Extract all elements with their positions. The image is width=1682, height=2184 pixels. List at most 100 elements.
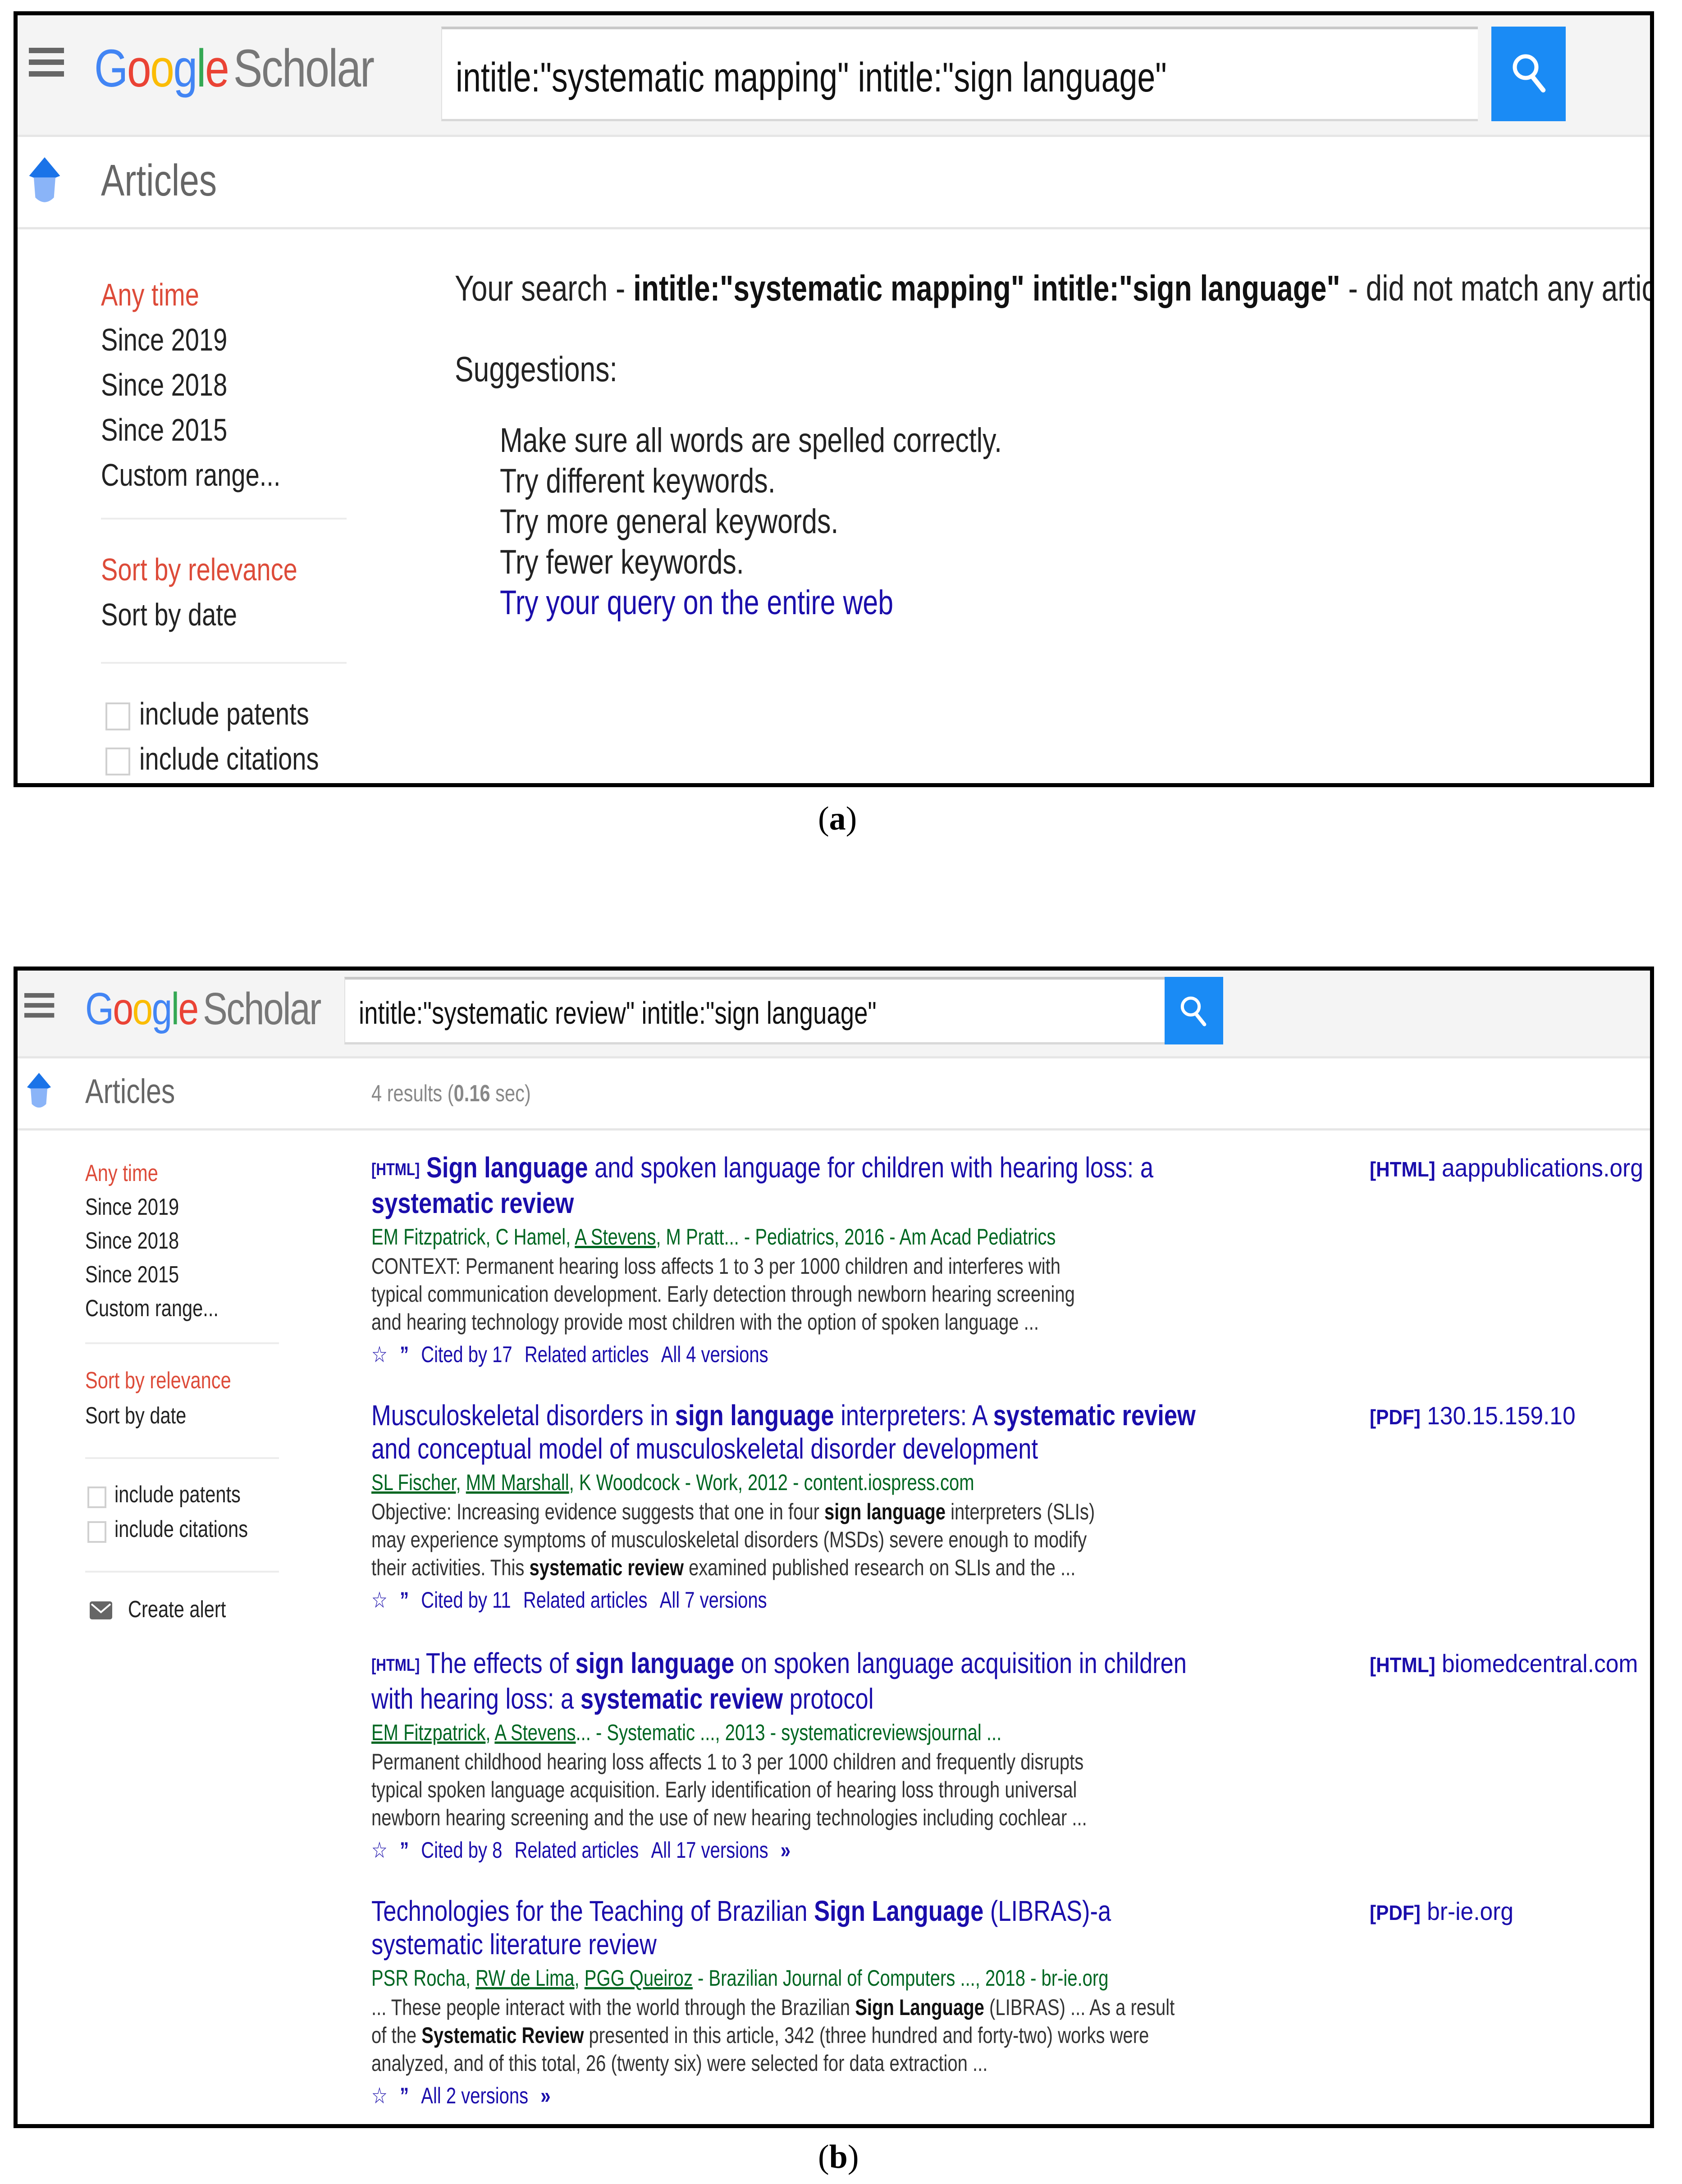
result-snippet: CONTEXT: Permanent hearing loss affects … [371,1252,1417,1280]
sort-by-date[interactable]: Sort by date [85,1402,186,1429]
suggestion-item: Try different keywords. [500,462,776,500]
include-patents-label[interactable]: include patents [114,1481,241,1508]
result-action-link[interactable]: All 7 versions [660,1587,767,1613]
result-title-link[interactable]: systematic review [371,1186,1443,1220]
search-entire-web-link[interactable]: Try your query on the entire web [500,583,893,622]
title-segment: and conceptual model of musculoskeletal … [371,1432,1038,1465]
full-text-link[interactable]: [HTML] biomedcentral.com [1370,1649,1638,1678]
search-query[interactable]: intitle:"systematic review" intitle:"sig… [359,995,877,1031]
top-bar: Google Scholar intitle:"systematic review… [18,971,1650,1058]
filter-since-2018[interactable]: Since 2018 [85,1227,179,1254]
google-scholar-logo[interactable]: GoogleScholar [85,983,321,1035]
filter-custom-range[interactable]: Custom range... [101,457,280,493]
search-button[interactable] [1165,977,1223,1044]
full-text-format: [HTML] [1370,1653,1435,1677]
result-action-link[interactable]: Cited by 17 [421,1342,512,1367]
filter-since-2015[interactable]: Since 2015 [101,412,227,448]
quote-icon[interactable]: ” [400,2083,409,2108]
result-action-link[interactable]: Related articles [515,1837,639,1863]
title-segment: The effects of [425,1647,576,1679]
filter-custom-range[interactable]: Custom range... [85,1295,219,1322]
snippet-segment: Permanent childhood hearing loss affects… [371,1749,1084,1775]
author-link[interactable]: A Stevens [575,1224,656,1249]
star-icon[interactable]: ☆ [371,1342,388,1367]
result-authors: SL Fischer, MM Marshall, K Woodcock - Wo… [371,1467,1417,1498]
hamburger-menu-icon[interactable] [29,48,64,77]
full-text-link[interactable]: [PDF] 130.15.159.10 [1370,1401,1576,1430]
result-authors: EM Fitzpatrick, C Hamel, A Stevens, M Pr… [371,1222,1417,1252]
search-query[interactable]: intitle:"systematic mapping" intitle:"si… [456,54,1167,101]
articles-label[interactable]: Articles [85,1072,175,1111]
star-icon[interactable]: ☆ [371,2083,388,2108]
star-icon[interactable]: ☆ [371,1837,388,1863]
top-bar: GoogleScholar intitle:"systematic mappin… [18,15,1650,137]
author-link[interactable]: RW de Lima [475,1965,574,1991]
include-citations-label[interactable]: include citations [114,1516,248,1543]
filter-since-2018[interactable]: Since 2018 [101,367,227,403]
quote-icon[interactable]: ” [400,1837,409,1863]
result-title-link[interactable]: Musculoskeletal disorders in sign langua… [371,1399,1443,1432]
double-chevron-icon[interactable]: » [781,1837,791,1863]
result-title-link[interactable]: Technologies for the Teaching of Brazili… [371,1894,1443,1928]
google-scholar-logo[interactable]: GoogleScholar [94,38,375,99]
full-text-link[interactable]: [HTML] aappublications.org [1370,1153,1643,1182]
filter-any-time[interactable]: Any time [85,1160,158,1187]
create-alert-button[interactable]: Create alert [128,1596,226,1623]
full-text-format: [HTML] [1370,1158,1435,1181]
title-segment: Sign Language [814,1895,984,1927]
quote-icon[interactable]: ” [400,1342,409,1367]
search-input[interactable]: intitle:"systematic mapping" intitle:"si… [441,27,1478,121]
author-link[interactable]: SL Fischer [371,1470,456,1495]
full-text-format: [PDF] [1370,1901,1421,1924]
result-title-link[interactable]: with hearing loss: a systematic review p… [371,1682,1443,1715]
sort-by-date[interactable]: Sort by date [101,597,237,633]
sort-by-relevance[interactable]: Sort by relevance [85,1367,231,1394]
result-action-link[interactable]: Related articles [525,1342,649,1367]
include-citations-checkbox[interactable] [105,748,130,775]
author-link[interactable]: EM Fitzpatrick [371,1720,485,1745]
include-patents-checkbox[interactable] [87,1486,106,1508]
snippet-segment: their activities. This [371,1555,530,1580]
result-action-link[interactable]: All 17 versions [651,1837,768,1863]
star-icon[interactable]: ☆ [371,1587,388,1613]
author-link[interactable]: A Stevens [494,1720,576,1745]
result-action-link[interactable]: All 4 versions [661,1342,768,1367]
author-link[interactable]: MM Marshall [466,1470,569,1495]
include-patents-label[interactable]: include patents [139,696,309,732]
search-button[interactable] [1491,27,1566,121]
result-action-link[interactable]: Cited by 11 [421,1587,511,1613]
scholar-screenshot-b: Google Scholar intitle:"systematic review… [14,967,1654,2128]
filter-since-2015[interactable]: Since 2015 [85,1261,179,1288]
result-title-link[interactable]: [HTML] Sign language and spoken language… [371,1151,1443,1186]
full-text-domain: br-ie.org [1427,1897,1513,1925]
search-input[interactable]: intitle:"systematic review" intitle:"sig… [344,977,1201,1044]
sort-by-relevance[interactable]: Sort by relevance [101,552,297,588]
sidebar-divider [85,1457,279,1459]
result-title-link[interactable]: [HTML] The effects of sign language on s… [371,1646,1443,1682]
include-citations-checkbox[interactable] [87,1521,106,1543]
snippet-segment: CONTEXT: Permanent hearing loss affects … [371,1254,1060,1279]
quote-icon[interactable]: ” [400,1587,409,1613]
snippet-segment: analyzed, and of this total, 26 (twenty … [371,2051,988,2076]
result-title-link[interactable]: and conceptual model of musculoskeletal … [371,1432,1443,1465]
include-patents-checkbox[interactable] [105,702,130,730]
result-action-link[interactable]: Related articles [523,1587,648,1613]
filter-since-2019[interactable]: Since 2019 [101,322,227,358]
result-action-link[interactable]: Cited by 8 [421,1837,502,1863]
articles-label[interactable]: Articles [101,155,217,206]
author-link[interactable]: PGG Queiroz [585,1965,693,1991]
filter-since-2019[interactable]: Since 2019 [85,1194,179,1221]
full-text-link[interactable]: [PDF] br-ie.org [1370,1897,1513,1926]
hamburger-menu-icon[interactable] [24,993,55,1018]
include-citations-label[interactable]: include citations [139,741,319,777]
title-segment: Musculoskeletal disorders in [371,1399,675,1432]
result-action-link[interactable]: All 2 versions [421,2083,528,2108]
result-title-link[interactable]: systematic literature review [371,1928,1443,1961]
filter-any-time[interactable]: Any time [101,277,199,313]
title-segment: systematic literature review [371,1928,657,1961]
double-chevron-icon[interactable]: » [540,2083,550,2108]
results-count: 4 results (0.16 sec) [371,1081,531,1107]
author-text: EM Fitzpatrick, C Hamel, [371,1224,575,1250]
result-snippet: analyzed, and of this total, 26 (twenty … [371,2049,1417,2077]
snippet-segment: (LIBRAS) ... As a result [984,1995,1175,2020]
